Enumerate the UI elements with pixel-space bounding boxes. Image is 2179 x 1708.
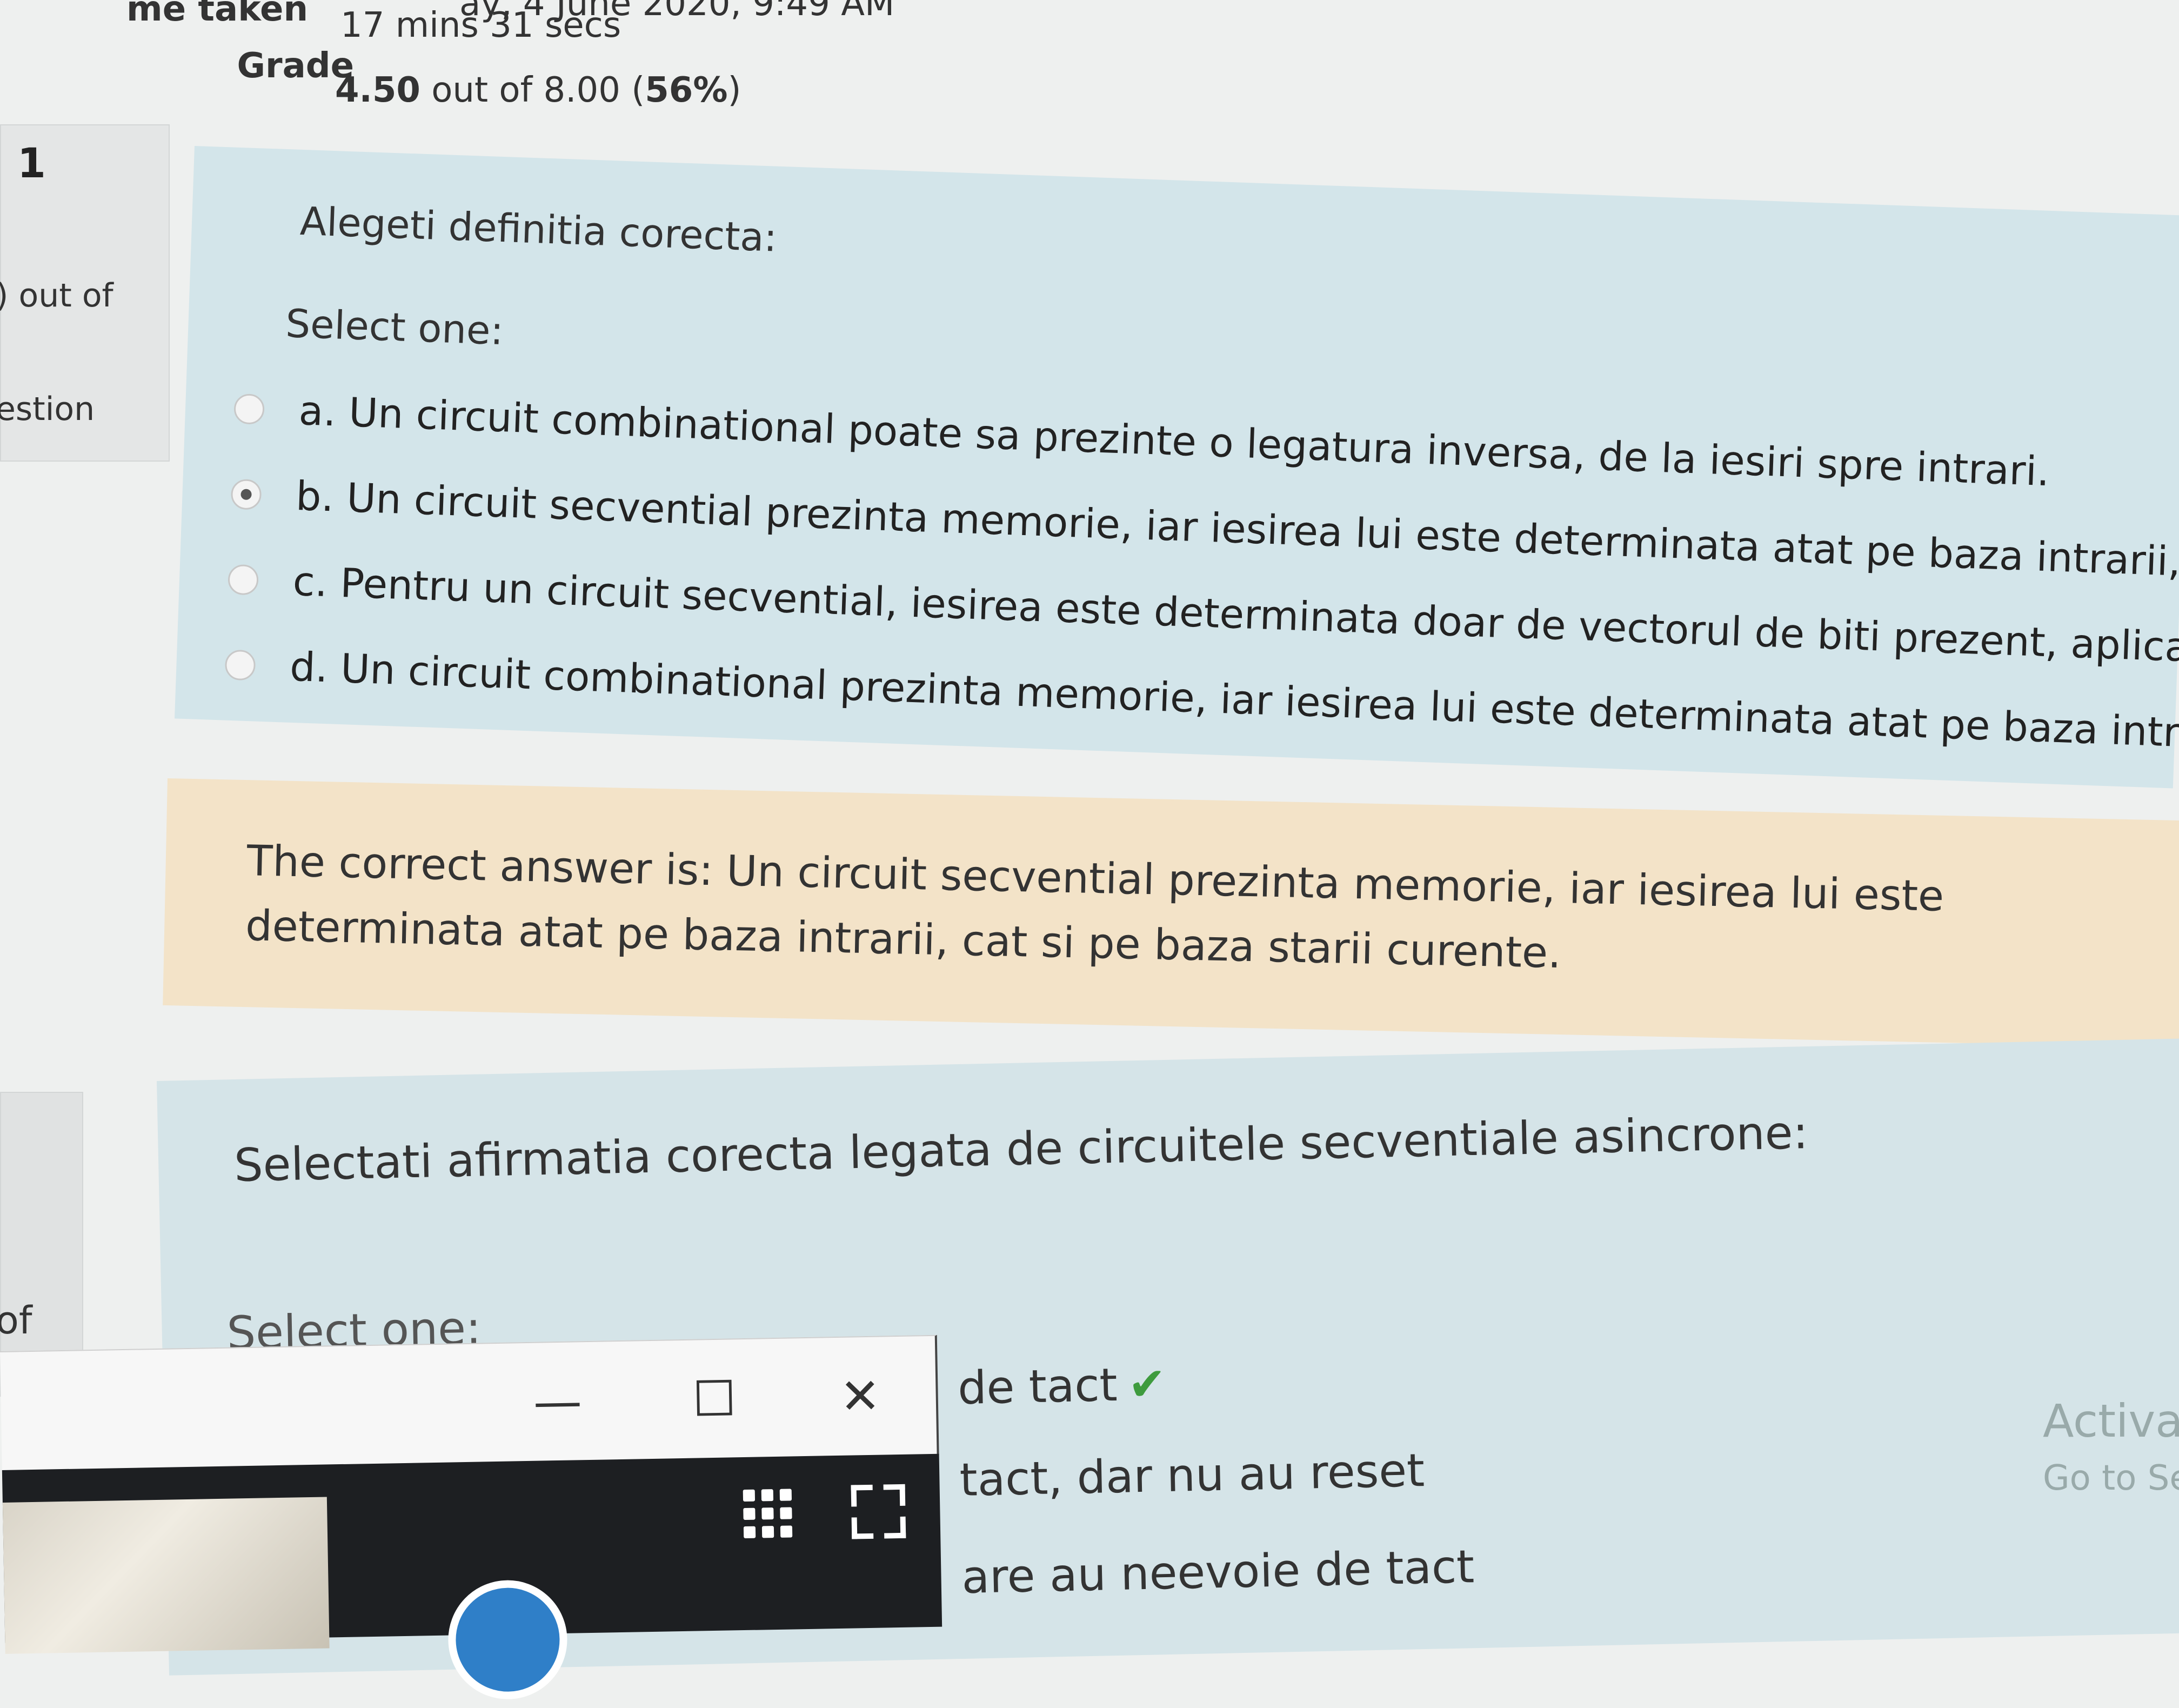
question-number: 1 xyxy=(17,139,46,187)
grade-label: Grade xyxy=(237,46,355,86)
question-mark: of xyxy=(0,1298,32,1343)
grade-score: 4.50 xyxy=(335,70,420,110)
flag-question-link[interactable]: estion xyxy=(0,390,95,428)
radio-button[interactable] xyxy=(228,564,259,596)
radio-button-checked[interactable] xyxy=(230,478,262,510)
right-answer: The correct answer is: Un circuit secven… xyxy=(245,837,1945,978)
question-mark: ) out of xyxy=(0,277,113,315)
question-formulation: Alegeti definitia corecta: Select one: a… xyxy=(175,146,2179,789)
question-info: 1 ) out of estion xyxy=(0,124,170,462)
overlay-window: — ☐ ✕ xyxy=(0,1335,943,1700)
watermark-title: Activate xyxy=(2043,1395,2179,1447)
grade-rest: out of 8.00 ( xyxy=(420,70,645,110)
answer-option-label[interactable]: de tact ✔ xyxy=(957,1357,1167,1415)
activate-windows-watermark: Activate Go to Set xyxy=(2043,1395,2179,1498)
select-one-prompt: Select one: xyxy=(285,301,505,354)
radio-button[interactable] xyxy=(224,649,256,681)
call-control-icon[interactable] xyxy=(447,1579,569,1700)
video-area xyxy=(2,1453,943,1700)
grade-close: ) xyxy=(727,70,741,110)
fullscreen-icon[interactable] xyxy=(851,1484,906,1539)
time-taken-label: me taken xyxy=(126,0,308,29)
minimize-button[interactable]: — xyxy=(514,1364,601,1441)
answer-option-label[interactable]: tact, dar nu au reset xyxy=(959,1444,1425,1506)
question-text: Alegeti definitia corecta: xyxy=(299,198,778,261)
grid-view-icon[interactable] xyxy=(743,1489,793,1539)
time-taken-value: 17 mins 31 secs xyxy=(340,5,621,45)
check-icon: ✔ xyxy=(1127,1357,1167,1411)
window-titlebar: — ☐ ✕ xyxy=(0,1335,939,1471)
close-button[interactable]: ✕ xyxy=(817,1358,904,1436)
feedback-panel: The correct answer is: Un circuit secven… xyxy=(163,778,2179,1049)
video-thumbnail xyxy=(2,1497,330,1654)
answer-option-fragment: de tact xyxy=(957,1358,1118,1415)
grade-value: 4.50 out of 8.00 (56%) xyxy=(335,70,741,110)
answer-option-label[interactable]: are au neevoie de tact xyxy=(961,1540,1475,1604)
watermark-subtitle: Go to Set xyxy=(2043,1458,2179,1498)
question-text: Selectati afirmatia corecta legata de ci… xyxy=(233,1106,1809,1192)
maximize-button[interactable]: ☐ xyxy=(671,1361,758,1438)
radio-button[interactable] xyxy=(233,393,265,425)
grade-percent: 56% xyxy=(645,70,728,110)
answer-options: a. Un circuit combinational poate sa pre… xyxy=(224,385,2179,793)
answer-option-label: a. Un circuit combinational poate sa pre… xyxy=(298,388,2050,496)
